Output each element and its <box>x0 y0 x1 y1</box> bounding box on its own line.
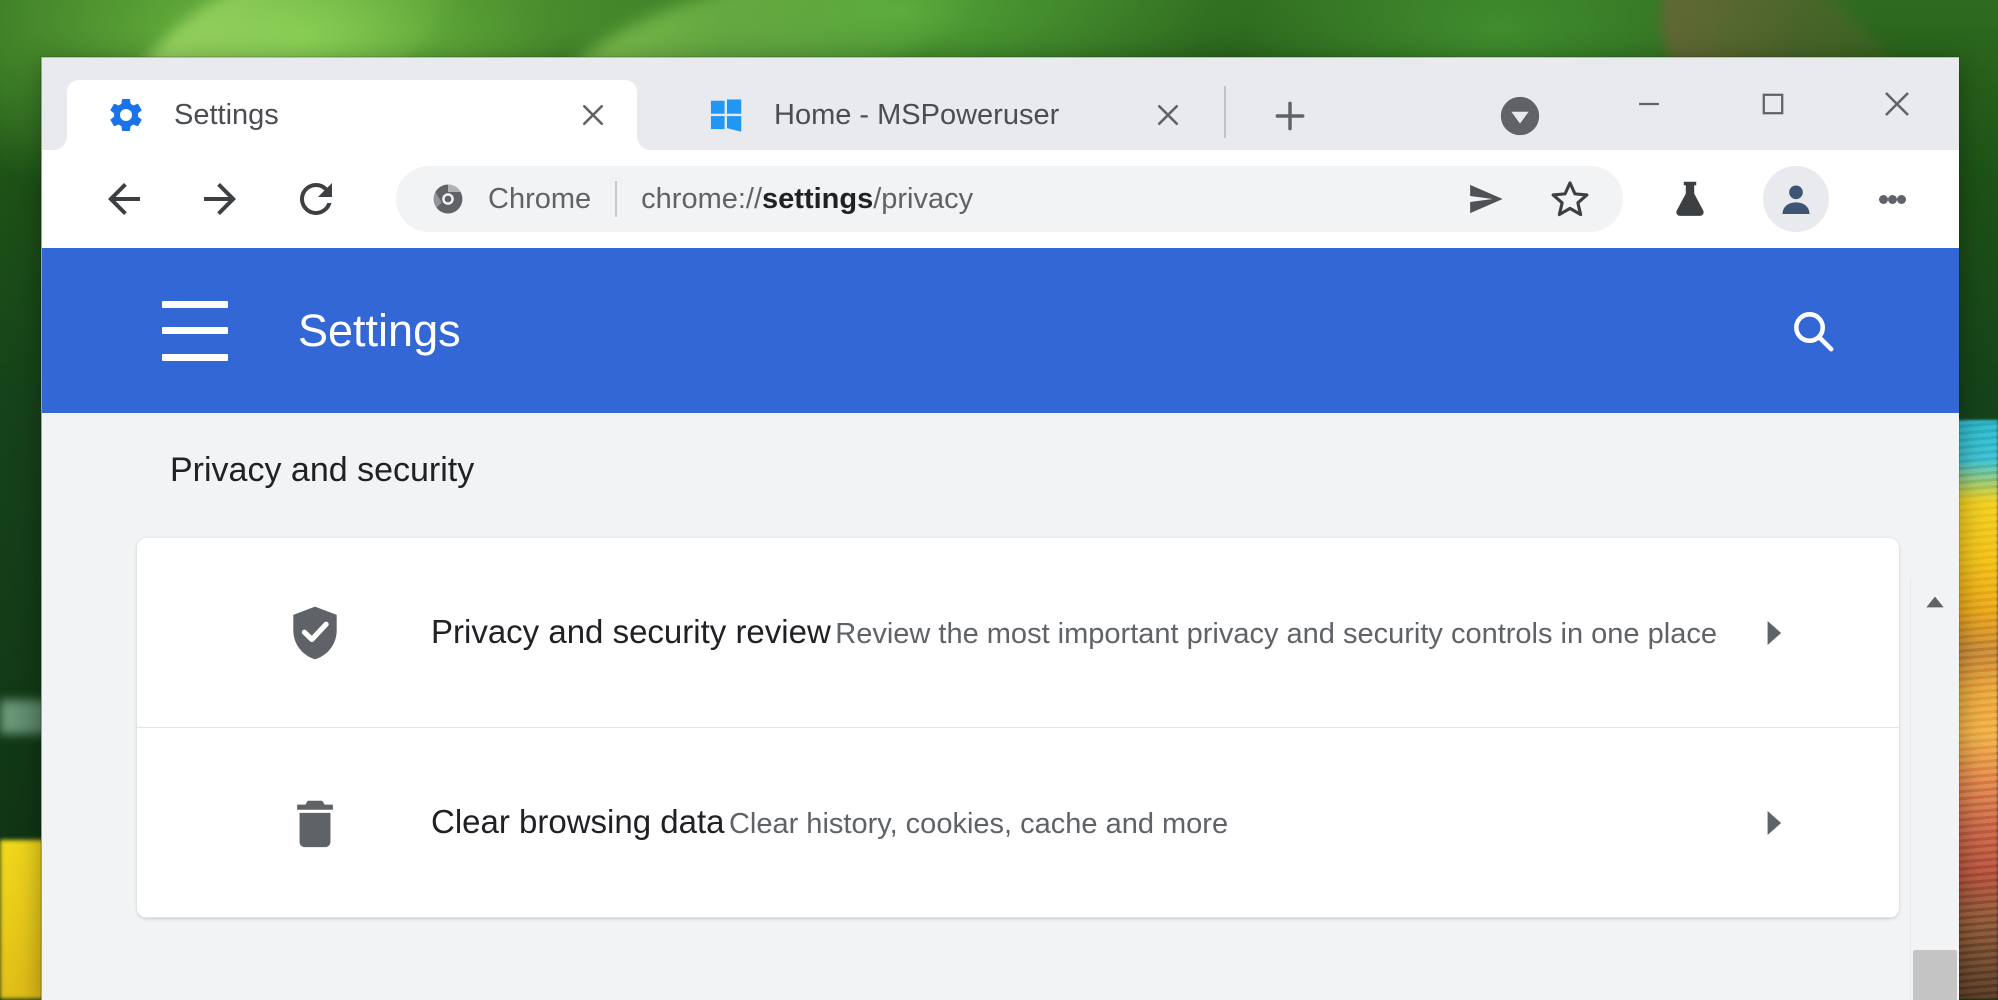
settings-page-title: Settings <box>298 304 461 356</box>
tab-settings[interactable]: Settings <box>53 80 651 150</box>
section-title: Privacy and security <box>170 451 475 489</box>
back-button[interactable] <box>88 163 160 235</box>
row-title: Clear browsing data <box>431 803 725 841</box>
maximize-button[interactable] <box>1711 58 1835 150</box>
reload-button[interactable] <box>280 163 352 235</box>
new-tab-button[interactable] <box>1264 90 1316 142</box>
experiments-flask-icon[interactable] <box>1657 166 1723 232</box>
scroll-up-arrow-icon[interactable] <box>1911 578 1959 626</box>
hamburger-line <box>162 327 228 334</box>
window-controls <box>1587 58 1959 150</box>
vertical-scrollbar[interactable] <box>1910 578 1959 1000</box>
tab-separator <box>1224 86 1226 138</box>
settings-page: Settings Privacy and security Privacy an… <box>42 248 1959 1000</box>
tab-title: Home - MSPoweruser <box>774 98 1060 131</box>
browser-window: Settings Home - MSPoweruser Chrome chrom… <box>41 57 1959 1000</box>
bookmark-star-icon[interactable] <box>1541 170 1599 228</box>
tab-home-mspoweruser[interactable]: Home - MSPoweruser <box>667 80 1212 150</box>
settings-header-bar: Settings <box>42 248 1959 413</box>
close-window-button[interactable] <box>1835 58 1959 150</box>
menu-dot <box>1896 194 1906 204</box>
url-prefix: chrome:// <box>641 182 763 215</box>
tab-search-dropdown-button[interactable] <box>1492 88 1548 144</box>
menu-dot <box>1887 194 1897 204</box>
chevron-right-icon[interactable] <box>1747 607 1799 659</box>
omnibox-chip-label: Chrome <box>488 182 592 215</box>
row-text: Clear browsing data Clear history, cooki… <box>431 801 1747 844</box>
url-highlight: settings <box>762 182 874 215</box>
settings-content: Privacy and security Privacy and securit… <box>42 413 1959 1000</box>
hamburger-menu-icon[interactable] <box>162 300 228 361</box>
settings-row-privacy-review[interactable]: Privacy and security review Review the m… <box>137 538 1899 728</box>
omnibox-divider <box>615 181 618 217</box>
browser-toolbar: Chrome chrome://settings/privacy <box>42 150 1959 248</box>
hamburger-line <box>162 300 228 308</box>
row-subtitle: Clear history, cookies, cache and more <box>728 808 1229 841</box>
search-icon[interactable] <box>1777 295 1849 367</box>
settings-row-clear-browsing-data[interactable]: Clear browsing data Clear history, cooki… <box>137 728 1899 918</box>
shield-check-icon <box>277 595 353 671</box>
gear-icon <box>105 94 147 136</box>
url-suffix: /privacy <box>873 182 974 215</box>
row-title: Privacy and security review <box>431 613 831 651</box>
close-icon[interactable] <box>1142 89 1194 141</box>
hamburger-line <box>162 353 228 361</box>
forward-button[interactable] <box>184 163 256 235</box>
tab-title: Settings <box>174 98 279 131</box>
omnibox-url-text[interactable]: chrome://settings/privacy <box>641 183 1447 216</box>
chevron-right-icon[interactable] <box>1747 797 1799 849</box>
profile-avatar-button[interactable] <box>1763 166 1829 232</box>
row-subtitle: Review the most important privacy and se… <box>835 618 1717 651</box>
menu-dot <box>1878 194 1888 204</box>
row-text: Privacy and security review Review the m… <box>431 611 1747 654</box>
address-bar[interactable]: Chrome chrome://settings/privacy <box>396 166 1623 232</box>
browser-menu-icon[interactable] <box>1863 166 1921 232</box>
trash-icon <box>277 785 353 861</box>
chrome-logo-icon <box>430 181 466 217</box>
close-icon[interactable] <box>567 89 619 141</box>
scrollbar-thumb[interactable] <box>1913 950 1957 1000</box>
send-page-icon[interactable] <box>1457 170 1515 228</box>
settings-card: Privacy and security review Review the m… <box>137 538 1899 918</box>
windows-logo-icon <box>705 94 747 136</box>
tab-strip: Settings Home - MSPoweruser <box>42 58 1959 150</box>
minimize-button[interactable] <box>1587 58 1711 150</box>
